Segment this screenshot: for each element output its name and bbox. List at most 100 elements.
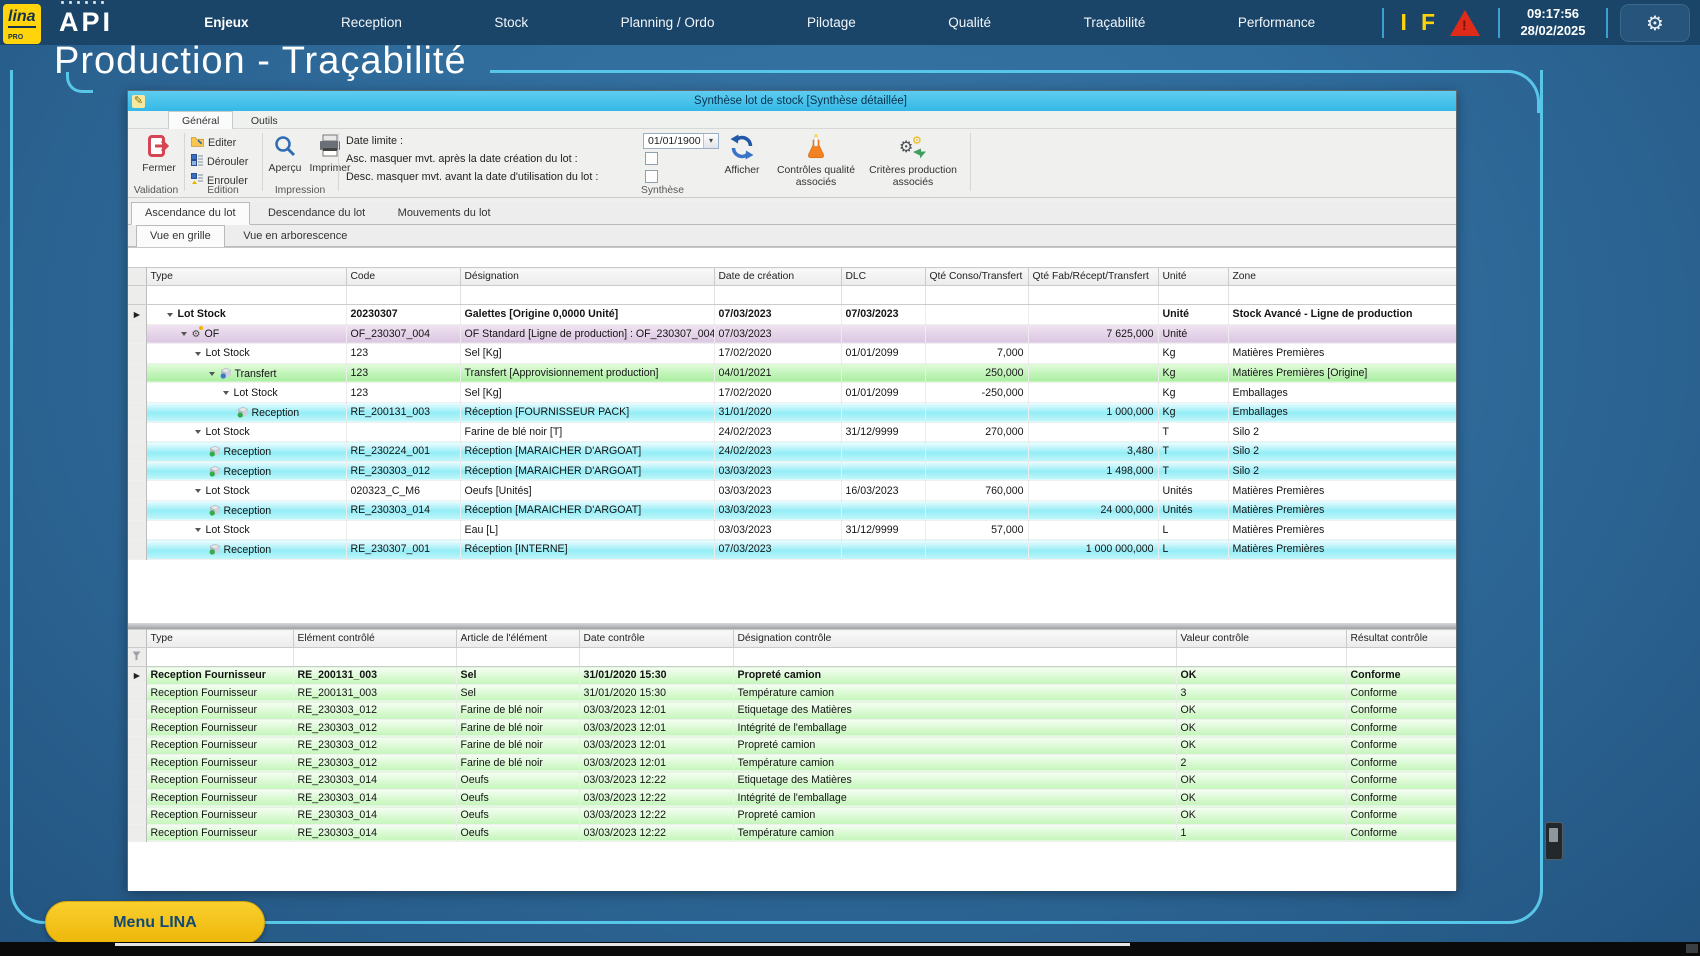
cell-article[interactable]: Sel bbox=[456, 684, 579, 702]
cell-qte-fab[interactable]: 1 000 000,000 bbox=[1028, 540, 1158, 560]
cell-type[interactable]: Reception Fournisseur bbox=[146, 684, 293, 702]
cell-code[interactable]: 20230307 bbox=[346, 305, 460, 325]
grid1-row[interactable]: ReceptionRE_200131_003Réception [FOURNIS… bbox=[128, 402, 1456, 422]
editer-button[interactable]: Editer bbox=[191, 135, 236, 150]
cell-date-creation[interactable]: 03/03/2023 bbox=[714, 481, 841, 501]
cell-valeur-controle[interactable]: OK bbox=[1176, 719, 1346, 737]
cell-code[interactable]: RE_230303_012 bbox=[346, 461, 460, 481]
cell-type[interactable]: Reception bbox=[146, 500, 346, 520]
grid1-row[interactable]: Lot Stock020323_C_M6Oeufs [Unités]03/03/… bbox=[128, 481, 1456, 501]
date-limite-dropdown[interactable]: 01/01/1900 ▾ bbox=[643, 133, 719, 149]
cell-unite[interactable]: Kg bbox=[1158, 363, 1228, 383]
cell-designation[interactable]: Transfert [Approvisionnement production] bbox=[460, 363, 714, 383]
cell-qte-fab[interactable]: 24 000,000 bbox=[1028, 500, 1158, 520]
nav-item-stock[interactable]: Stock bbox=[494, 15, 528, 30]
cell-date-controle[interactable]: 03/03/2023 12:22 bbox=[579, 807, 733, 825]
cell-element-controle[interactable]: RE_230303_014 bbox=[293, 772, 456, 790]
cell-designation-controle[interactable]: Intégrité de l'emballage bbox=[733, 789, 1176, 807]
cell-zone[interactable]: Silo 2 bbox=[1228, 422, 1456, 442]
cell-resultat-controle[interactable]: Conforme bbox=[1346, 754, 1456, 772]
nav-item-reception[interactable]: Reception bbox=[341, 15, 402, 30]
cell-type[interactable]: ⚙OF bbox=[146, 324, 346, 344]
cell-type[interactable]: Reception bbox=[146, 461, 346, 481]
cell-date-creation[interactable]: 03/03/2023 bbox=[714, 500, 841, 520]
cell-type[interactable]: Reception Fournisseur bbox=[146, 807, 293, 825]
cell-resultat-controle[interactable]: Conforme bbox=[1346, 719, 1456, 737]
row-selector[interactable] bbox=[128, 324, 146, 344]
tab-vue-en-grille[interactable]: Vue en grille bbox=[136, 225, 225, 248]
filter-cell[interactable] bbox=[293, 648, 456, 667]
cell-article[interactable]: Oeufs bbox=[456, 824, 579, 842]
tab-descendance-du-lot[interactable]: Descendance du lot bbox=[254, 202, 379, 225]
cell-dlc[interactable] bbox=[841, 363, 925, 383]
grid2-row[interactable]: Reception FournisseurRE_230303_012Farine… bbox=[128, 754, 1456, 772]
cell-dlc[interactable]: 31/12/9999 bbox=[841, 422, 925, 442]
cell-qte-conso[interactable]: 57,000 bbox=[925, 520, 1028, 540]
cell-qte-conso[interactable] bbox=[925, 324, 1028, 344]
cell-article[interactable]: Farine de blé noir bbox=[456, 702, 579, 720]
row-selector[interactable] bbox=[128, 772, 146, 790]
derouler-button[interactable]: Dérouler bbox=[191, 154, 248, 169]
cell-date-creation[interactable]: 24/02/2023 bbox=[714, 422, 841, 442]
nav-item-tra-abilit-[interactable]: Traçabilité bbox=[1084, 15, 1146, 30]
cell-resultat-controle[interactable]: Conforme bbox=[1346, 702, 1456, 720]
cell-type[interactable]: Reception Fournisseur bbox=[146, 737, 293, 755]
fermer-button[interactable]: Fermer bbox=[136, 134, 182, 175]
cell-date-creation[interactable]: 17/02/2020 bbox=[714, 383, 841, 403]
grid1-row[interactable]: Lot StockFarine de blé noir [T]24/02/202… bbox=[128, 422, 1456, 442]
cell-qte-fab[interactable] bbox=[1028, 422, 1158, 442]
cell-element-controle[interactable]: RE_200131_003 bbox=[293, 684, 456, 702]
cell-type[interactable]: Lot Stock bbox=[146, 305, 346, 325]
grid2-column-header[interactable]: Résultat contrôle bbox=[1346, 630, 1456, 648]
cell-valeur-controle[interactable]: 3 bbox=[1176, 684, 1346, 702]
grid1-row[interactable]: Lot Stock123Sel [Kg]17/02/202001/01/2099… bbox=[128, 344, 1456, 364]
cell-code[interactable]: RE_230303_014 bbox=[346, 500, 460, 520]
cell-date-creation[interactable]: 07/03/2023 bbox=[714, 540, 841, 560]
cell-qte-fab[interactable]: 3,480 bbox=[1028, 442, 1158, 462]
cell-zone[interactable]: Silo 2 bbox=[1228, 442, 1456, 462]
lina-pro-logo[interactable]: lina PRO bbox=[3, 4, 41, 44]
row-selector[interactable] bbox=[128, 754, 146, 772]
grid2-row[interactable]: Reception FournisseurRE_230303_014Oeufs0… bbox=[128, 824, 1456, 842]
grid1-row[interactable]: Transfert123Transfert [Approvisionnement… bbox=[128, 363, 1456, 383]
row-selector[interactable] bbox=[128, 807, 146, 825]
grid1-row[interactable]: ▶Lot Stock20230307Galettes [Origine 0,00… bbox=[128, 305, 1456, 325]
cell-designation[interactable]: Réception [MARAICHER D'ARGOAT] bbox=[460, 500, 714, 520]
cell-article[interactable]: Oeufs bbox=[456, 807, 579, 825]
cell-designation[interactable]: Réception [INTERNE] bbox=[460, 540, 714, 560]
cell-zone[interactable] bbox=[1228, 324, 1456, 344]
cell-valeur-controle[interactable]: OK bbox=[1176, 772, 1346, 790]
cell-date-creation[interactable]: 17/02/2020 bbox=[714, 344, 841, 364]
cell-element-controle[interactable]: RE_230303_014 bbox=[293, 807, 456, 825]
filter-cell[interactable] bbox=[146, 286, 346, 305]
expand-collapse-arrow[interactable] bbox=[209, 372, 215, 376]
cell-designation-controle[interactable]: Etiquetage des Matières bbox=[733, 702, 1176, 720]
cell-type[interactable]: Reception Fournisseur bbox=[146, 754, 293, 772]
tab-vue-en-arborescence[interactable]: Vue en arborescence bbox=[229, 225, 361, 248]
cell-zone[interactable]: Matières Premières bbox=[1228, 481, 1456, 501]
cell-valeur-controle[interactable]: OK bbox=[1176, 737, 1346, 755]
cell-qte-fab[interactable] bbox=[1028, 305, 1158, 325]
cell-qte-fab[interactable] bbox=[1028, 481, 1158, 501]
cell-date-controle[interactable]: 03/03/2023 12:22 bbox=[579, 824, 733, 842]
asc-checkbox[interactable] bbox=[645, 152, 658, 165]
cell-designation[interactable]: Galettes [Origine 0,0000 Unité] bbox=[460, 305, 714, 325]
filter-cell[interactable] bbox=[460, 286, 714, 305]
cell-qte-conso[interactable]: -250,000 bbox=[925, 383, 1028, 403]
cell-code[interactable]: 123 bbox=[346, 344, 460, 364]
cell-unite[interactable]: Kg bbox=[1158, 402, 1228, 422]
cell-unite[interactable]: L bbox=[1158, 540, 1228, 560]
cell-dlc[interactable]: 01/01/2099 bbox=[841, 344, 925, 364]
cell-date-controle[interactable]: 03/03/2023 12:01 bbox=[579, 702, 733, 720]
cell-designation[interactable]: Sel [Kg] bbox=[460, 344, 714, 364]
cell-date-creation[interactable]: 04/01/2021 bbox=[714, 363, 841, 383]
cell-resultat-controle[interactable]: Conforme bbox=[1346, 667, 1456, 685]
row-selector[interactable]: ▶ bbox=[128, 305, 146, 325]
cell-type[interactable]: Reception Fournisseur bbox=[146, 772, 293, 790]
filter-cell[interactable] bbox=[733, 648, 1176, 667]
grid1-column-header[interactable]: Date de création bbox=[714, 268, 841, 286]
cell-qte-conso[interactable] bbox=[925, 402, 1028, 422]
cell-resultat-controle[interactable]: Conforme bbox=[1346, 737, 1456, 755]
cell-designation[interactable]: Farine de blé noir [T] bbox=[460, 422, 714, 442]
cell-code[interactable]: RE_230307_001 bbox=[346, 540, 460, 560]
